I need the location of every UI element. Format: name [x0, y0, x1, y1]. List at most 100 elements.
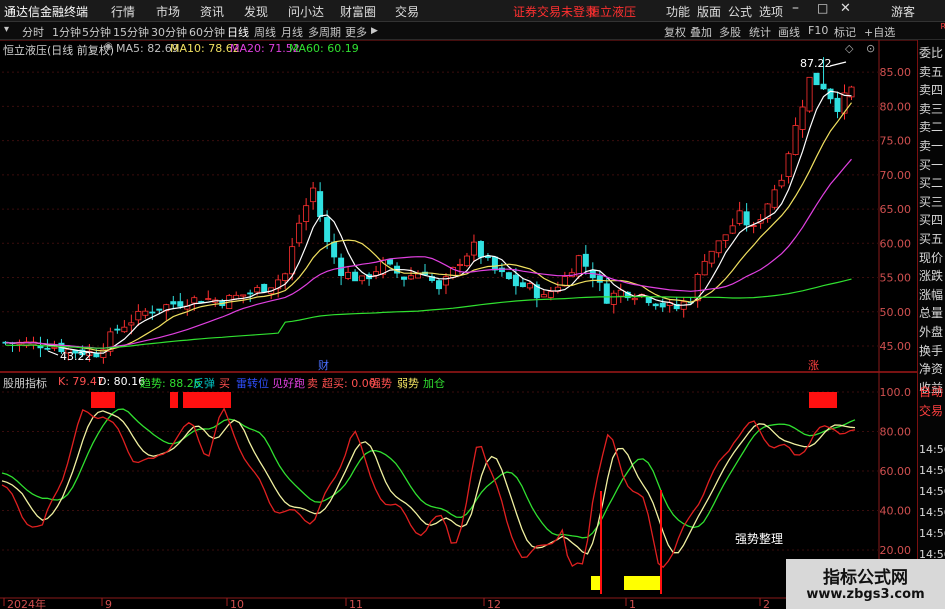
- quote-panel-item[interactable]: 净资: [919, 360, 945, 377]
- quote-panel-item[interactable]: 换手: [919, 342, 945, 359]
- candle-body[interactable]: [771, 189, 778, 208]
- period-tab[interactable]: 60分钟: [189, 24, 225, 40]
- candle-body[interactable]: [352, 271, 359, 282]
- candle-body[interactable]: [282, 273, 289, 281]
- candle-body[interactable]: [547, 291, 554, 298]
- candle-body[interactable]: [415, 273, 422, 279]
- candle-body[interactable]: [359, 275, 366, 282]
- candle-body[interactable]: [51, 346, 58, 349]
- candle-body[interactable]: [170, 301, 177, 305]
- tool-add-watchlist[interactable]: +自选: [864, 24, 895, 40]
- menu-market[interactable]: 市场: [156, 3, 180, 20]
- candle-body[interactable]: [736, 210, 743, 224]
- period-tab[interactable]: 周线: [254, 24, 276, 40]
- candle-body[interactable]: [435, 280, 442, 290]
- candle-body[interactable]: [603, 283, 610, 304]
- period-tab[interactable]: 多周期: [308, 24, 341, 40]
- candle-body[interactable]: [785, 153, 792, 178]
- candle-body[interactable]: [156, 308, 163, 311]
- candle-body[interactable]: [456, 264, 463, 266]
- menu-options[interactable]: 选项: [759, 3, 783, 20]
- period-tab[interactable]: 30分钟: [151, 24, 187, 40]
- candle-body[interactable]: [289, 246, 296, 275]
- candle-body[interactable]: [512, 274, 519, 287]
- menu-formula[interactable]: 公式: [728, 3, 752, 20]
- candle-body[interactable]: [827, 88, 834, 100]
- menu-news[interactable]: 资讯: [200, 3, 224, 20]
- candle-body[interactable]: [470, 241, 477, 256]
- candle-body[interactable]: [631, 297, 638, 301]
- quote-panel-item[interactable]: 卖二: [919, 118, 945, 135]
- quote-panel-item[interactable]: 14:56: [919, 506, 945, 519]
- candle-body[interactable]: [254, 287, 261, 293]
- tool-mark[interactable]: 标记: [834, 24, 856, 40]
- period-tab[interactable]: 1分钟: [52, 24, 81, 40]
- period-tab[interactable]: 15分钟: [113, 24, 149, 40]
- tool-overlay[interactable]: 叠加: [690, 24, 712, 40]
- tool-f10[interactable]: F10: [808, 24, 828, 37]
- candle-body[interactable]: [701, 260, 708, 276]
- quote-panel-item[interactable]: 买五: [919, 230, 945, 247]
- quote-panel-item[interactable]: 买一: [919, 156, 945, 173]
- quote-panel-item[interactable]: 卖三: [919, 100, 945, 117]
- candle-body[interactable]: [596, 275, 603, 283]
- candle-body[interactable]: [834, 97, 841, 112]
- candle-body[interactable]: [820, 83, 827, 90]
- quote-panel-item[interactable]: 交易: [919, 402, 945, 419]
- candle-body[interactable]: [582, 253, 589, 267]
- candle-body[interactable]: [191, 297, 198, 304]
- menu-wealth[interactable]: 财富圈: [340, 3, 376, 20]
- quote-panel-item[interactable]: 买三: [919, 193, 945, 210]
- candle-body[interactable]: [247, 292, 254, 295]
- candle-body[interactable]: [240, 294, 247, 297]
- period-tab[interactable]: 分时: [22, 24, 44, 40]
- candle-body[interactable]: [142, 310, 149, 316]
- candle-body[interactable]: [149, 311, 156, 314]
- candle-body[interactable]: [540, 294, 547, 298]
- period-tab-more[interactable]: 更多: [345, 24, 367, 40]
- quote-panel-item[interactable]: 卖一: [919, 137, 945, 154]
- minimize-icon[interactable]: –: [792, 0, 799, 16]
- menu-function[interactable]: 功能: [666, 3, 690, 20]
- candle-body[interactable]: [491, 256, 498, 271]
- candle-body[interactable]: [519, 282, 526, 288]
- candle-body[interactable]: [114, 328, 121, 331]
- quote-panel-item[interactable]: 买四: [919, 211, 945, 228]
- candle-body[interactable]: [135, 310, 142, 321]
- menu-layout[interactable]: 版面: [697, 3, 721, 20]
- period-tab-active[interactable]: 日线: [227, 24, 249, 40]
- candle-body[interactable]: [303, 205, 310, 222]
- tool-restore-rights[interactable]: 复权: [664, 24, 686, 40]
- candle-body[interactable]: [813, 72, 820, 86]
- more-arrow-icon[interactable]: ▶: [371, 26, 378, 36]
- quote-panel-item[interactable]: 14:56: [919, 464, 945, 477]
- candle-body[interactable]: [261, 283, 268, 293]
- quote-panel-item[interactable]: 总量: [919, 304, 945, 321]
- candle-body[interactable]: [128, 322, 135, 326]
- candle-body[interactable]: [806, 76, 813, 112]
- quote-panel-item[interactable]: 外盘: [919, 323, 945, 340]
- candle-body[interactable]: [310, 187, 317, 203]
- candle-body[interactable]: [44, 347, 51, 350]
- tool-draw[interactable]: 画线: [778, 24, 800, 40]
- quote-panel-item[interactable]: 涨幅: [919, 286, 945, 303]
- limit-up-event-marker[interactable]: 涨: [808, 357, 819, 373]
- candle-body[interactable]: [324, 217, 331, 243]
- menu-discover[interactable]: 发现: [244, 3, 268, 20]
- menu-trade[interactable]: 交易: [395, 3, 419, 20]
- candle-body[interactable]: [743, 211, 750, 226]
- candle-body[interactable]: [463, 255, 470, 267]
- candle-body[interactable]: [778, 179, 785, 187]
- quote-panel-item[interactable]: 自动: [919, 383, 945, 400]
- candle-body[interactable]: [401, 276, 408, 280]
- quote-panel-item[interactable]: 14:56: [919, 527, 945, 540]
- quote-panel-item[interactable]: 14:56: [919, 443, 945, 456]
- guest-label[interactable]: 游客: [891, 3, 915, 20]
- candle-body[interactable]: [715, 240, 722, 254]
- tool-statistics[interactable]: 统计: [749, 24, 771, 40]
- candle-body[interactable]: [659, 302, 666, 308]
- tool-multi-stock[interactable]: 多股: [719, 24, 741, 40]
- candle-body[interactable]: [729, 225, 736, 234]
- candle-body[interactable]: [561, 276, 568, 287]
- candle-body[interactable]: [317, 191, 324, 217]
